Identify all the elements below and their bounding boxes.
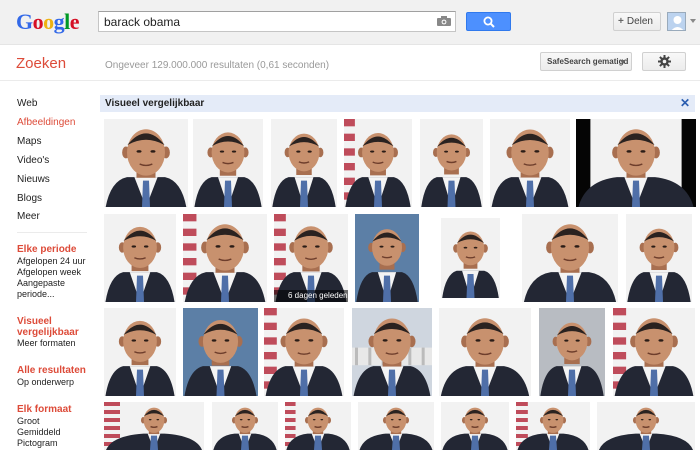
image-thumbnail[interactable] [439, 308, 531, 396]
filter-option-custom-period[interactable]: periode... [17, 289, 55, 300]
image-thumbnail[interactable] [358, 402, 434, 450]
result-stats: Ongeveer 129.000.000 resultaten (0,61 se… [105, 60, 330, 71]
filter-option-more-sizes[interactable]: Meer formaten [17, 338, 76, 349]
magnifier-icon [483, 16, 495, 28]
image-thumbnail[interactable] [420, 119, 483, 207]
sidebar-item-news[interactable]: Nieuws [17, 174, 50, 185]
user-icon [671, 16, 684, 30]
image-thumbnail[interactable] [490, 119, 570, 207]
image-thumbnail[interactable] [597, 402, 695, 450]
avatar[interactable] [667, 12, 686, 31]
logo-letter: o [43, 9, 54, 34]
chevron-down-icon [620, 60, 626, 64]
settings-button[interactable] [642, 52, 686, 71]
account-caret-icon[interactable] [690, 19, 696, 23]
image-thumbnail[interactable] [271, 119, 337, 207]
google-logo[interactable]: Google [16, 9, 80, 35]
gear-icon [658, 55, 671, 68]
image-thumbnail[interactable] [539, 308, 605, 396]
image-thumbnail[interactable] [355, 214, 419, 302]
share-button[interactable]: + Delen [613, 12, 661, 31]
image-thumbnail[interactable] [193, 119, 263, 207]
filter-heading-results[interactable]: Alle resultaten [17, 365, 86, 376]
image-thumbnail[interactable] [183, 214, 267, 302]
image-thumbnail[interactable] [441, 218, 500, 298]
image-thumbnail[interactable] [576, 119, 696, 207]
sidebar-item-web[interactable]: Web [17, 98, 37, 109]
sidebar-item-maps[interactable]: Maps [17, 136, 41, 147]
sub-header: Zoeken Ongeveer 129.000.000 resultaten (… [0, 45, 700, 81]
thumbnail-caption: 6 dagen geleden [274, 290, 348, 302]
safesearch-label: SafeSearch gematigd [547, 57, 629, 66]
image-thumbnail[interactable] [104, 119, 188, 207]
filter-option-medium[interactable]: Gemiddeld [17, 427, 61, 438]
filter-option-by-subject[interactable]: Op onderwerp [17, 377, 74, 388]
filter-heading-period[interactable]: Elke periode [17, 244, 76, 255]
image-thumbnail[interactable] [516, 402, 590, 450]
similar-label: Visueel vergelijkbaar [105, 98, 205, 109]
sidebar-item-blogs[interactable]: Blogs [17, 193, 42, 204]
sidebar-item-videos[interactable]: Video's [17, 155, 49, 166]
filter-option-custom[interactable]: Aangepaste [17, 278, 65, 289]
image-thumbnail[interactable] [522, 214, 618, 302]
search-input[interactable] [99, 12, 429, 31]
safesearch-dropdown[interactable]: SafeSearch gematigd [540, 52, 632, 71]
filter-heading-similar-1[interactable]: Visueel [17, 316, 52, 327]
sidebar-item-more[interactable]: Meer [17, 211, 40, 222]
image-thumbnail[interactable] [183, 308, 258, 396]
logo-letter: G [16, 9, 33, 34]
plus-icon: + [618, 16, 624, 27]
similar-banner: Visueel vergelijkbaar ✕ [100, 95, 695, 112]
sidebar-divider [17, 232, 87, 233]
filter-heading-format[interactable]: Elk formaat [17, 404, 71, 415]
image-thumbnail[interactable] [626, 214, 692, 302]
search-button[interactable] [466, 12, 511, 31]
image-thumbnail[interactable] [264, 308, 344, 396]
filter-option-week[interactable]: Afgelopen week [17, 267, 81, 278]
image-thumbnail[interactable] [212, 402, 278, 450]
share-label: Delen [626, 16, 653, 27]
image-thumbnail[interactable] [613, 308, 695, 396]
image-thumbnail[interactable] [344, 119, 412, 207]
camera-icon[interactable] [437, 16, 451, 26]
logo-letter: g [53, 9, 65, 34]
image-thumbnail[interactable] [441, 402, 509, 450]
search-box[interactable] [98, 11, 456, 32]
filter-option-24h[interactable]: Afgelopen 24 uur [17, 256, 86, 267]
filter-option-large[interactable]: Groot [17, 416, 40, 427]
image-thumbnail[interactable] [104, 214, 176, 302]
image-thumbnail[interactable]: 6 dagen geleden [274, 214, 348, 302]
image-thumbnail[interactable] [104, 402, 204, 450]
top-bar: Google +Delen [0, 0, 700, 45]
page-title: Zoeken [16, 55, 67, 72]
logo-letter: e [69, 9, 80, 34]
sidebar-item-images[interactable]: Afbeeldingen [17, 117, 75, 128]
filter-option-icon[interactable]: Pictogram [17, 438, 58, 449]
filter-heading-similar-2[interactable]: vergelijkbaar [17, 327, 79, 338]
image-thumbnail[interactable] [285, 402, 351, 450]
close-icon[interactable]: ✕ [680, 96, 690, 110]
logo-letter: o [32, 9, 44, 34]
image-thumbnail[interactable] [352, 308, 432, 396]
image-thumbnail[interactable] [104, 308, 176, 396]
